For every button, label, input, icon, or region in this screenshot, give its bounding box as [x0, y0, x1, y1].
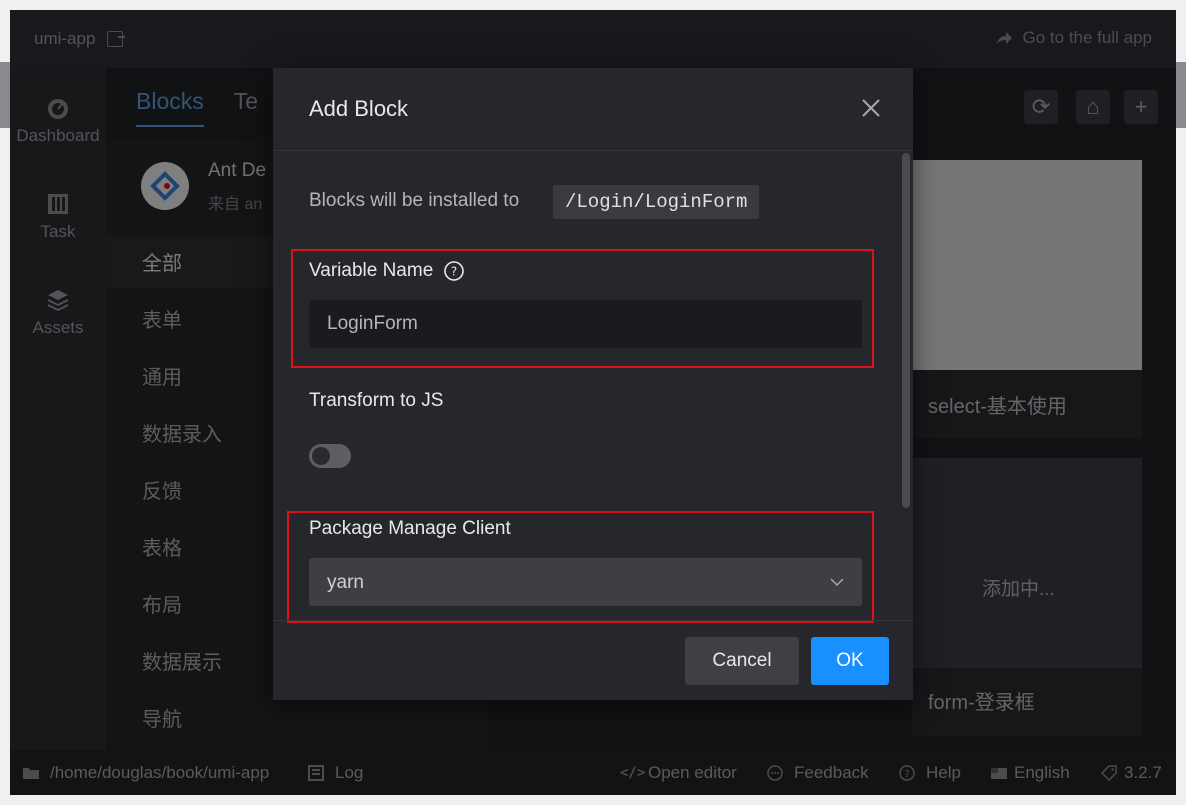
install-path-code: /Login/LoginForm — [553, 185, 760, 219]
modal-footer-divider — [273, 620, 913, 621]
help-circle-icon[interactable]: ? — [443, 260, 465, 282]
close-icon[interactable] — [859, 96, 883, 120]
variable-name-input[interactable] — [309, 300, 862, 348]
transform-js-toggle[interactable] — [309, 444, 351, 468]
variable-name-text: Variable Name — [309, 260, 434, 281]
ok-button[interactable]: OK — [811, 637, 889, 685]
package-client-value: yarn — [327, 572, 364, 593]
variable-name-label: Variable Name ? — [309, 260, 465, 282]
modal-title: Add Block — [309, 96, 409, 121]
toggle-knob — [312, 447, 330, 465]
modal-scrollbar[interactable] — [902, 153, 910, 508]
add-block-modal: Add Block Blocks will be installed to /L… — [273, 68, 913, 700]
modal-divider — [273, 150, 913, 151]
chevron-down-icon — [830, 578, 844, 587]
install-location-text: Blocks will be installed to — [309, 190, 520, 211]
package-client-label: Package Manage Client — [309, 518, 511, 539]
package-client-select[interactable]: yarn — [309, 558, 862, 606]
transform-js-label: Transform to JS — [309, 390, 444, 411]
svg-text:?: ? — [451, 265, 457, 279]
cancel-button[interactable]: Cancel — [685, 637, 799, 685]
